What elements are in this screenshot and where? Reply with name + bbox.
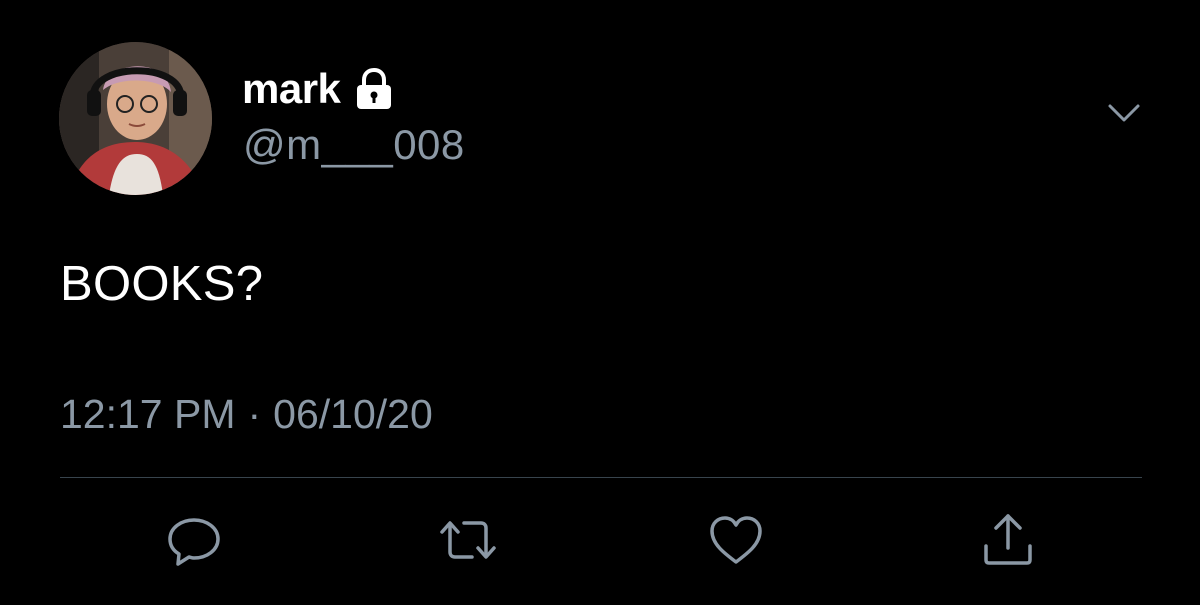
reply-icon: [168, 518, 220, 566]
retweet-icon: [440, 521, 496, 559]
heart-icon: [710, 516, 762, 564]
retweet-button[interactable]: [436, 508, 500, 572]
tweet-card: mark @m___008 BOOKS? 12:17 PM · 06/10/20: [0, 0, 1200, 605]
share-button[interactable]: [976, 508, 1040, 572]
share-icon: [984, 514, 1032, 565]
tweet-date: 06/10/20: [273, 391, 433, 437]
author-name-row: mark: [242, 64, 396, 114]
reply-button[interactable]: [162, 508, 226, 572]
user-handle[interactable]: @m___008: [243, 121, 465, 169]
lock-icon: [352, 67, 396, 111]
avatar[interactable]: [59, 42, 212, 195]
like-button[interactable]: [704, 508, 768, 572]
display-name[interactable]: mark: [242, 65, 341, 113]
chevron-down-icon[interactable]: [1104, 98, 1144, 128]
meta-separator: ·: [247, 391, 262, 437]
tweet-timestamp[interactable]: 12:17 PM · 06/10/20: [60, 391, 433, 438]
avatar-image: [59, 42, 212, 195]
tweet-text: BOOKS?: [60, 257, 264, 311]
tweet-time: 12:17 PM: [60, 391, 236, 437]
divider: [60, 477, 1142, 478]
